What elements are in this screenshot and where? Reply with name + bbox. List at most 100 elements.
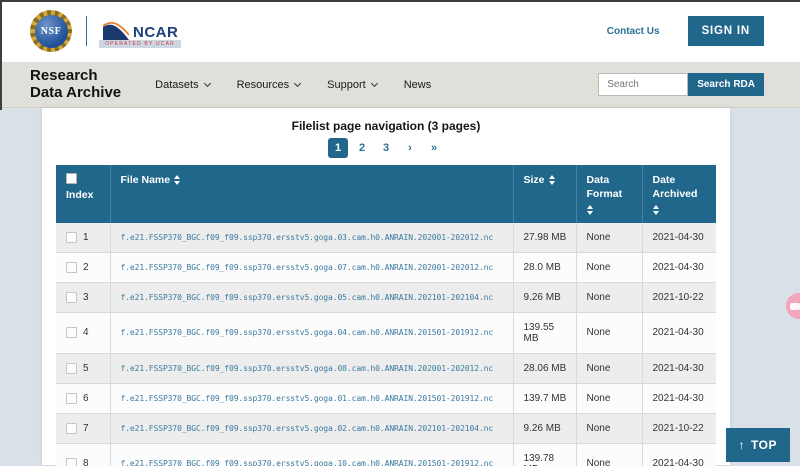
ncar-logo[interactable]: NCAR OPERATED BY UCAR [99, 14, 184, 48]
row-index: 6 [83, 393, 89, 404]
window-left-edge [0, 0, 2, 110]
column-header-index[interactable]: Index [56, 165, 110, 223]
file-date-archived: 2021-04-30 [642, 312, 716, 353]
nav-item-support[interactable]: Support [327, 79, 377, 91]
table-row: 1 f.e21.FSSP370_BGC.f09_f09.ssp370.ersst… [56, 223, 716, 253]
file-size: 139.78 MB [513, 443, 576, 466]
logo-divider [86, 16, 87, 46]
column-header-data-format[interactable]: Data Format [576, 165, 642, 223]
file-date-archived: 2021-04-30 [642, 443, 716, 466]
file-format: None [576, 413, 642, 443]
row-index: 5 [83, 363, 89, 374]
nav-item-news[interactable]: News [404, 79, 432, 91]
filelist-pagination-title: Filelist page navigation (3 pages) [56, 119, 716, 133]
table-row: 3 f.e21.FSSP370_BGC.f09_f09.ssp370.ersst… [56, 282, 716, 312]
filelist-body: 1 f.e21.FSSP370_BGC.f09_f09.ssp370.ersst… [56, 223, 716, 466]
nsf-logo[interactable]: NSF [30, 10, 72, 52]
table-header-row: Index File Name Size [56, 165, 716, 223]
file-link[interactable]: f.e21.FSSP370_BGC.f09_f09.ssp370.ersstv5… [121, 233, 508, 242]
search-input[interactable] [598, 73, 688, 96]
search-rda-button[interactable]: Search RDA [688, 73, 764, 96]
brand-line2: Data Archive [30, 85, 121, 102]
file-date-archived: 2021-04-30 [642, 223, 716, 253]
table-row: 8 f.e21.FSSP370_BGC.f09_f09.ssp370.ersst… [56, 443, 716, 466]
row-checkbox[interactable] [66, 327, 77, 338]
row-checkbox[interactable] [66, 262, 77, 273]
page-last-button[interactable]: » [424, 138, 444, 158]
file-link[interactable]: f.e21.FSSP370_BGC.f09_f09.ssp370.ersstv5… [121, 424, 508, 433]
ncar-logo-subtext: OPERATED BY UCAR [99, 40, 181, 48]
page-button-1[interactable]: 1 [328, 138, 348, 158]
file-format: None [576, 252, 642, 282]
table-row: 4 f.e21.FSSP370_BGC.f09_f09.ssp370.ersst… [56, 312, 716, 353]
filelist-card: Filelist page navigation (3 pages) 1 2 3… [42, 108, 730, 465]
site-header: NSF NCAR OPERATED BY UCAR Contact Us SIG… [0, 0, 800, 62]
ncar-swoosh-icon [103, 20, 129, 40]
nav-item-datasets[interactable]: Datasets [155, 79, 209, 91]
row-checkbox[interactable] [66, 363, 77, 374]
file-size: 9.26 MB [513, 282, 576, 312]
main-navbar: Research Data Archive Datasets Resources… [0, 62, 800, 108]
column-header-size[interactable]: Size [513, 165, 576, 223]
logo-group: NSF NCAR OPERATED BY UCAR [30, 10, 184, 52]
table-row: 7 f.e21.FSSP370_BGC.f09_f09.ssp370.ersst… [56, 413, 716, 443]
file-format: None [576, 353, 642, 383]
file-size: 139.55 MB [513, 312, 576, 353]
file-link[interactable]: f.e21.FSSP370_BGC.f09_f09.ssp370.ersstv5… [121, 364, 508, 373]
row-index: 4 [83, 327, 89, 338]
row-index: 3 [83, 292, 89, 303]
sort-icon[interactable] [174, 175, 180, 185]
nsf-logo-icon: NSF [35, 15, 68, 48]
row-index: 2 [83, 262, 89, 273]
column-header-date-archived[interactable]: Date Archived [642, 165, 716, 223]
nav-item-resources[interactable]: Resources [237, 79, 301, 91]
row-checkbox[interactable] [66, 423, 77, 434]
file-link[interactable]: f.e21.FSSP370_BGC.f09_f09.ssp370.ersstv5… [121, 263, 508, 272]
filelist-table: Index File Name Size [56, 165, 716, 466]
row-checkbox[interactable] [66, 232, 77, 243]
file-link[interactable]: f.e21.FSSP370_BGC.f09_f09.ssp370.ersstv5… [121, 459, 508, 466]
row-index: 8 [83, 458, 89, 466]
select-all-checkbox[interactable] [66, 173, 77, 184]
row-checkbox[interactable] [66, 458, 77, 466]
column-header-file-name[interactable]: File Name [110, 165, 513, 223]
sort-icon[interactable] [653, 205, 659, 215]
table-row: 5 f.e21.FSSP370_BGC.f09_f09.ssp370.ersst… [56, 353, 716, 383]
pagination: 1 2 3 › » [56, 138, 716, 158]
contact-us-link[interactable]: Contact Us [607, 26, 660, 37]
page-button-3[interactable]: 3 [376, 138, 396, 158]
page-button-2[interactable]: 2 [352, 138, 372, 158]
file-format: None [576, 383, 642, 413]
row-checkbox[interactable] [66, 393, 77, 404]
file-format: None [576, 223, 642, 253]
file-size: 28.06 MB [513, 353, 576, 383]
row-index: 7 [83, 423, 89, 434]
chevron-down-icon [204, 79, 211, 86]
file-link[interactable]: f.e21.FSSP370_BGC.f09_f09.ssp370.ersstv5… [121, 328, 508, 337]
sort-icon[interactable] [549, 175, 555, 185]
file-size: 9.26 MB [513, 413, 576, 443]
main-content: Filelist page navigation (3 pages) 1 2 3… [0, 108, 800, 465]
file-link[interactable]: f.e21.FSSP370_BGC.f09_f09.ssp370.ersstv5… [121, 394, 508, 403]
page-next-button[interactable]: › [400, 138, 420, 158]
file-size: 139.7 MB [513, 383, 576, 413]
file-link[interactable]: f.e21.FSSP370_BGC.f09_f09.ssp370.ersstv5… [121, 293, 508, 302]
row-index: 1 [83, 232, 89, 243]
file-date-archived: 2021-10-22 [642, 413, 716, 443]
rda-brand[interactable]: Research Data Archive [30, 68, 121, 101]
file-size: 28.0 MB [513, 252, 576, 282]
file-format: None [576, 282, 642, 312]
file-date-archived: 2021-04-30 [642, 252, 716, 282]
ncar-logo-text: NCAR [133, 25, 178, 40]
chevron-down-icon [371, 79, 378, 86]
feedback-widget[interactable] [786, 293, 800, 319]
sort-icon[interactable] [587, 205, 593, 215]
sign-in-button[interactable]: SIGN IN [688, 16, 764, 46]
file-date-archived: 2021-04-30 [642, 383, 716, 413]
file-date-archived: 2021-10-22 [642, 282, 716, 312]
file-format: None [576, 443, 642, 466]
back-to-top-button[interactable]: ↑ TOP [726, 428, 790, 462]
row-checkbox[interactable] [66, 292, 77, 303]
arrow-up-icon: ↑ [739, 438, 746, 452]
table-row: 6 f.e21.FSSP370_BGC.f09_f09.ssp370.ersst… [56, 383, 716, 413]
